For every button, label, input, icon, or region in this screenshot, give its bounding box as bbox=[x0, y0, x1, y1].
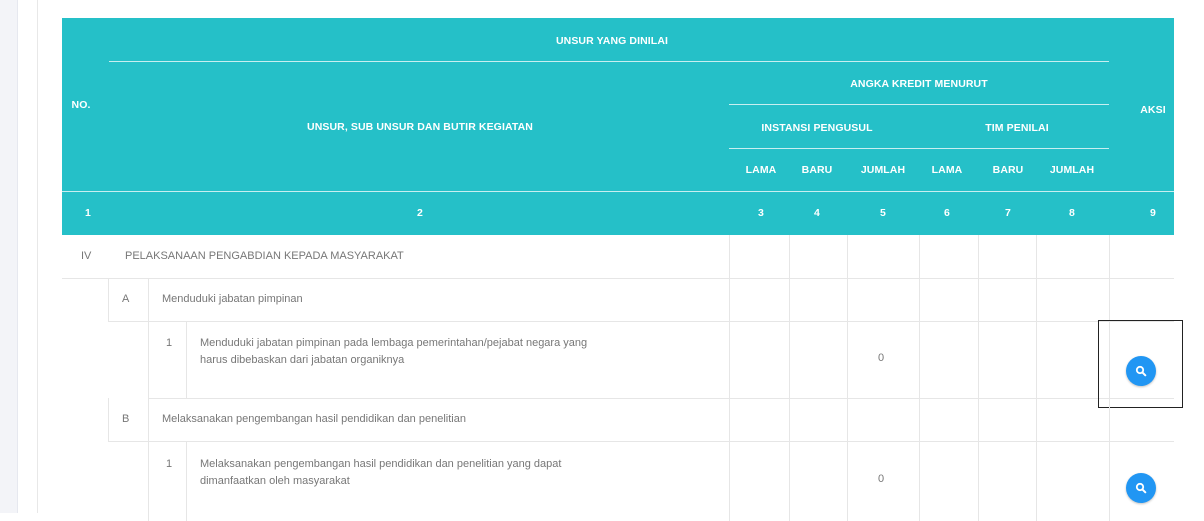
col-number-1: 1 bbox=[85, 207, 91, 219]
col-number-4: 4 bbox=[814, 207, 820, 219]
header-angka-kredit: ANGKA KREDIT MENURUT bbox=[850, 78, 988, 90]
cell-divider bbox=[847, 441, 848, 521]
cell-divider bbox=[919, 398, 920, 441]
cell-divider bbox=[1036, 398, 1037, 441]
row-item-text-line2: harus dibebaskan dari jabatan organiknya bbox=[200, 354, 405, 366]
row-section-title: PELAKSANAAN PENGABDIAN KEPADA MASYARAKAT bbox=[125, 250, 404, 262]
col-number-8: 8 bbox=[1069, 207, 1075, 219]
cell-divider bbox=[789, 441, 790, 521]
table-row: 1 Melaksanakan pengembangan hasil pendid… bbox=[148, 441, 1174, 521]
table-row: IV PELAKSANAAN PENGABDIAN KEPADA MASYARA… bbox=[62, 235, 1174, 279]
highlight-box bbox=[1098, 320, 1183, 408]
row-item-number: 1 bbox=[166, 458, 173, 470]
row-sub-letter: A bbox=[122, 293, 130, 305]
cell-divider bbox=[1036, 441, 1037, 521]
col-number-2: 2 bbox=[417, 207, 423, 219]
row-item-jumlah: 0 bbox=[878, 473, 885, 485]
cell-divider bbox=[148, 278, 149, 321]
header-no: NO. bbox=[71, 99, 91, 111]
cell-divider bbox=[978, 398, 979, 441]
cell-divider bbox=[186, 441, 187, 521]
cell-divider bbox=[789, 278, 790, 321]
row-item-text-line1: Menduduki jabatan pimpinan pada lembaga … bbox=[200, 337, 588, 349]
cell-divider bbox=[847, 278, 848, 321]
header-jumlah-instansi: JUMLAH bbox=[860, 164, 906, 176]
cell-divider bbox=[919, 321, 920, 398]
cell-divider bbox=[1109, 398, 1110, 441]
cell-divider bbox=[729, 398, 730, 441]
cell-divider bbox=[978, 321, 979, 398]
cell-divider bbox=[1109, 235, 1110, 278]
cell-divider bbox=[108, 398, 109, 441]
row-item-text-line2: dimanfaatkan oleh masyarakat bbox=[200, 475, 350, 487]
header-baru-tim: BARU bbox=[992, 164, 1024, 176]
header-lama-instansi: LAMA bbox=[745, 164, 777, 176]
cell-divider bbox=[729, 278, 730, 321]
row-sub-letter: B bbox=[122, 413, 130, 425]
cell-divider bbox=[1109, 278, 1110, 321]
view-button[interactable] bbox=[1126, 473, 1156, 503]
cell-divider bbox=[1109, 441, 1110, 521]
cell-divider bbox=[789, 235, 790, 278]
row-item-text: Menduduki jabatan pimpinan pada lembaga … bbox=[200, 335, 740, 369]
header-lama-tim: LAMA bbox=[931, 164, 963, 176]
cell-divider bbox=[1036, 235, 1037, 278]
cell-divider bbox=[789, 398, 790, 441]
col-number-3: 3 bbox=[758, 207, 764, 219]
cell-divider bbox=[847, 398, 848, 441]
table-row: 1 Menduduki jabatan pimpinan pada lembag… bbox=[148, 321, 1174, 399]
header-divider bbox=[62, 191, 1174, 192]
cell-divider bbox=[919, 278, 920, 321]
row-section-no: IV bbox=[81, 250, 92, 262]
row-item-jumlah: 0 bbox=[878, 352, 885, 364]
cell-divider bbox=[148, 441, 149, 521]
header-jumlah-tim: JUMLAH bbox=[1049, 164, 1095, 176]
col-number-9: 9 bbox=[1150, 207, 1156, 219]
cell-divider bbox=[919, 235, 920, 278]
header-unsur-sub: UNSUR, SUB UNSUR DAN BUTIR KEGIATAN bbox=[307, 121, 533, 133]
table-row: B Melaksanakan pengembangan hasil pendid… bbox=[108, 398, 1174, 442]
cell-divider bbox=[729, 235, 730, 278]
search-icon bbox=[1135, 482, 1147, 494]
header-instansi: INSTANSI PENGUSUL bbox=[761, 122, 873, 134]
header-aksi: AKSI bbox=[1140, 104, 1166, 116]
col-number-6: 6 bbox=[944, 207, 950, 219]
cell-divider bbox=[1036, 278, 1037, 321]
cell-divider bbox=[108, 278, 109, 321]
row-sub-title: Melaksanakan pengembangan hasil pendidik… bbox=[162, 413, 466, 425]
cell-divider bbox=[847, 235, 848, 278]
sidebar-edge bbox=[0, 0, 18, 513]
row-sub-title: Menduduki jabatan pimpinan bbox=[162, 293, 303, 305]
row-item-text: Melaksanakan pengembangan hasil pendidik… bbox=[200, 456, 740, 490]
header-divider bbox=[729, 148, 1109, 149]
cell-divider bbox=[978, 278, 979, 321]
cell-divider bbox=[1036, 321, 1037, 398]
cell-divider bbox=[789, 321, 790, 398]
content-divider bbox=[37, 0, 38, 513]
header-divider bbox=[109, 61, 1109, 62]
header-tim: TIM PENILAI bbox=[985, 122, 1049, 134]
header-unsur-dinilai: UNSUR YANG DINILAI bbox=[555, 35, 669, 47]
cell-divider bbox=[148, 398, 149, 441]
cell-divider bbox=[148, 321, 149, 398]
row-item-text-line1: Melaksanakan pengembangan hasil pendidik… bbox=[200, 458, 562, 470]
cell-divider bbox=[847, 321, 848, 398]
col-number-7: 7 bbox=[1005, 207, 1011, 219]
header-divider bbox=[729, 104, 1109, 105]
row-item-number: 1 bbox=[166, 337, 173, 349]
table-row: A Menduduki jabatan pimpinan bbox=[108, 278, 1174, 322]
cell-divider bbox=[186, 321, 187, 398]
cell-divider bbox=[919, 441, 920, 521]
col-number-5: 5 bbox=[880, 207, 886, 219]
cell-divider bbox=[978, 235, 979, 278]
header-baru-instansi: BARU bbox=[801, 164, 833, 176]
table-header: UNSUR YANG DINILAI NO. UNSUR, SUB UNSUR … bbox=[62, 18, 1174, 235]
cell-divider bbox=[978, 441, 979, 521]
